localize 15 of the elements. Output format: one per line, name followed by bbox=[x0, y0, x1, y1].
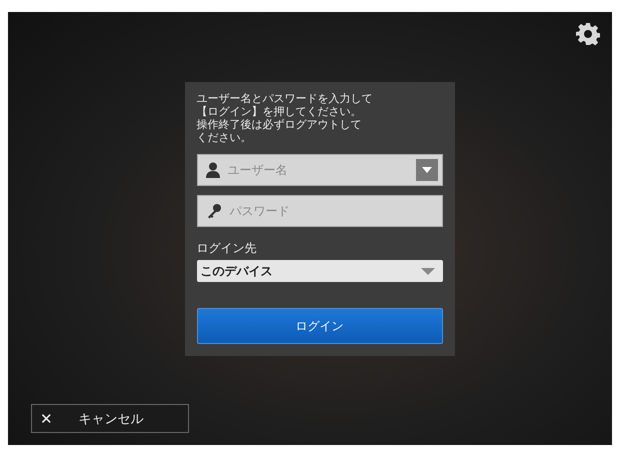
instruction-text: ユーザー名とパスワードを入力して 【ログイン】を押してください。 操作終了後は必ずログアウトして ください。 bbox=[196, 92, 374, 144]
password-input[interactable]: パスワード bbox=[228, 203, 438, 219]
person-icon bbox=[206, 162, 220, 178]
cancel-button[interactable]: ✕ キャンセル bbox=[31, 404, 189, 433]
destination-dropdown[interactable]: このデバイス bbox=[196, 260, 442, 282]
username-input[interactable]: ユーザー名 bbox=[226, 162, 410, 178]
login-button[interactable]: ログイン bbox=[196, 308, 442, 344]
settings-icon[interactable] bbox=[576, 22, 600, 46]
dropdown-button[interactable] bbox=[416, 159, 438, 181]
caret-icon bbox=[422, 167, 432, 173]
key-icon bbox=[206, 203, 222, 219]
destination-label: ログイン先 bbox=[196, 240, 258, 257]
username-field[interactable]: ユーザー名 bbox=[196, 154, 442, 186]
password-field[interactable]: パスワード bbox=[196, 195, 442, 227]
caret-icon bbox=[420, 268, 434, 274]
